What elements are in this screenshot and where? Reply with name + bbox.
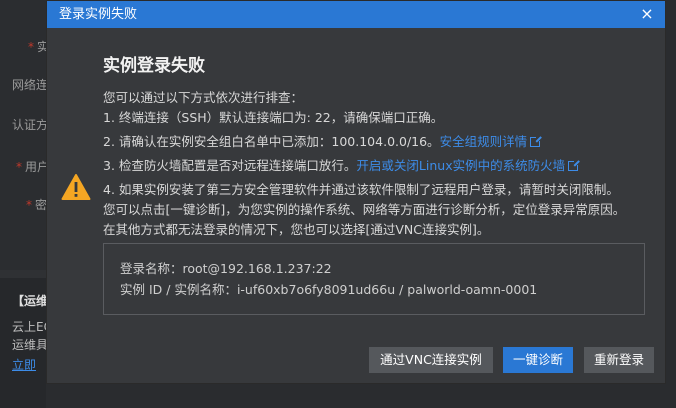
- diagnose-note: 您可以点击[一键诊断]，为您实例的操作系统、网络等方面进行诊断分析，定位登录异常…: [103, 202, 626, 217]
- background-edge: [666, 0, 676, 408]
- step-1: 1. 终端连接（SSH）默认连接端口为: 22，请确保端口正确。: [103, 110, 444, 125]
- warning-triangle-icon: [61, 174, 91, 200]
- dialog-title: 登录实例失败: [59, 7, 138, 22]
- vnc-connect-button[interactable]: 通过VNC连接实例: [369, 347, 493, 373]
- relogin-button[interactable]: 重新登录: [584, 347, 654, 373]
- step-2-text: 2. 请确认在实例安全组白名单中已添加：100.104.0.0/16。: [103, 134, 440, 149]
- one-click-diagnose-button[interactable]: 一键诊断: [503, 347, 573, 373]
- dialog-titlebar: 登录实例失败 ×: [47, 1, 665, 28]
- step-3-text: 3. 检查防火墙配置是否对远程连接端口放行。: [103, 158, 357, 173]
- background-form-labels: * 实 网络连 认证方 * 用户 * 密: [0, 0, 52, 270]
- background-label: * 密: [26, 198, 48, 212]
- vnc-note: 在其他方式都无法登录的情况下，您也可以选择[通过VNC连接实例]。: [103, 222, 490, 237]
- background-promo-line: 运维具: [12, 338, 49, 352]
- security-group-rules-link[interactable]: 安全组规则详情: [440, 134, 528, 149]
- intro-text: 您可以通过以下方式依次进行排查：: [103, 90, 304, 105]
- instance-id-text: 实例 ID / 实例名称：i-uf60xb7o6fy8091ud66u / pa…: [120, 282, 538, 297]
- background-label: 网络连: [12, 78, 49, 92]
- step-2: 2. 请确认在实例安全组白名单中已添加：100.104.0.0/16。安全组规则…: [103, 132, 653, 152]
- login-failed-dialog: 登录实例失败 × 实例登录失败 您可以通过以下方式依次进行排查： 1. 终端连接…: [46, 0, 666, 384]
- dialog-heading: 实例登录失败: [103, 56, 205, 76]
- background-promo-link[interactable]: 立即: [12, 356, 36, 373]
- close-icon[interactable]: ×: [637, 1, 657, 28]
- instance-info-box: 登录名称：root@192.168.1.237:22 实例 ID / 实例名称：…: [103, 243, 645, 315]
- firewall-guide-link[interactable]: 开启或关闭Linux实例中的系统防火墙: [356, 158, 565, 173]
- step-4: 4. 如果实例安装了第三方安全管理软件并通过该软件限制了远程用户登录，请暂时关闭…: [103, 182, 619, 197]
- background-label: * 用户: [16, 160, 50, 174]
- external-link-icon: [568, 159, 581, 171]
- background-footer: [46, 384, 676, 408]
- background-promo-title: 【运维: [12, 294, 49, 308]
- step-3: 3. 检查防火墙配置是否对远程连接端口放行。开启或关闭Linux实例中的系统防火…: [103, 156, 653, 176]
- background-label: 认证方: [12, 118, 49, 132]
- external-link-icon: [530, 135, 543, 147]
- login-name-text: 登录名称：root@192.168.1.237:22: [120, 261, 332, 276]
- background-promo: 【运维 云上EC 运维具 立即: [0, 278, 52, 408]
- dialog-content: 实例登录失败 您可以通过以下方式依次进行排查： 1. 终端连接（SSH）默认连接…: [103, 51, 653, 240]
